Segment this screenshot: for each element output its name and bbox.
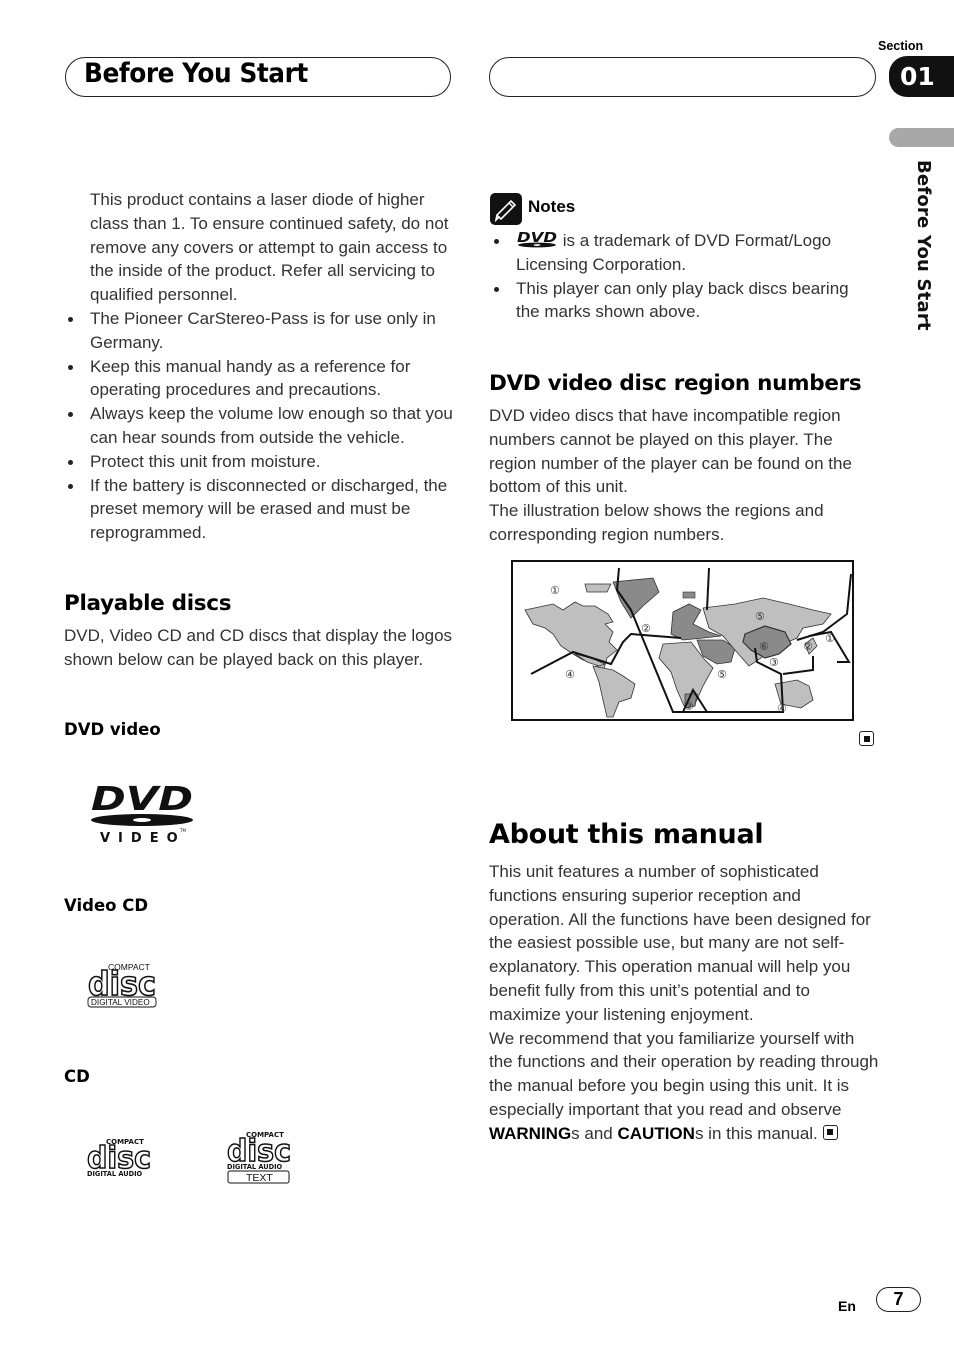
dvd-logo-tm: TM [179,828,186,833]
video-cd-label: Video CD [64,896,149,915]
digital-audio-text: DIGITAL AUDIO [87,1170,143,1178]
region-label: ① [825,632,835,645]
region-label: ⑤ [755,610,765,623]
region-label: ④ [777,702,787,715]
notes-list: DVD is a trademark of DVD Format/Logo Li… [490,229,870,324]
dvd-logo-sub: VIDEO [100,831,186,846]
cd-text-logo: COMPACT disc DIGITAL AUDIO TEXT [226,1131,292,1184]
digital-video-text: DIGITAL VIDEO [91,998,150,1007]
dvd-video-label: DVD video [64,720,161,739]
iceland-shape [682,591,696,599]
side-tab-marker [889,128,954,147]
video-cd-logo: COMPACT disc DIGITAL VIDEO [87,962,157,1008]
region-label: ② [684,700,694,713]
section-label: Section [878,39,924,53]
header-blank-frame [489,57,876,97]
list-item: Always keep the volume low enough so tha… [68,404,453,447]
side-tab-title: Before You Start [913,160,934,331]
cd-label: CD [64,1067,90,1086]
dvd-logo-wordmark: DVD [91,780,193,818]
region-label: ② [641,622,651,635]
list-item: Protect this unit from moisture. [68,451,321,471]
digital-audio-text: DIGITAL AUDIO [227,1163,283,1171]
region-label: ⑥ [759,640,769,653]
section-number-badge: 01 [889,56,954,97]
end-of-section-icon [859,731,874,746]
playable-discs-heading: Playable discs [64,591,232,616]
region-label: ③ [769,656,779,669]
about-manual-heading: About this manual [489,819,764,850]
warning-term: WARNING [489,1123,572,1143]
end-of-section-icon [822,1124,838,1140]
language-code: En [838,1298,856,1314]
left-column: This product contains a laser diode of h… [64,188,456,545]
page-number: 7 [876,1287,921,1312]
list-item: Keep this manual handy as a reference fo… [68,356,411,400]
dvd-logo-disc-hole [133,818,151,822]
page-title: Before You Start [84,58,308,89]
notes-pencil-icon [490,193,522,225]
list-item: DVD is a trademark of DVD Format/Logo Li… [494,231,832,274]
laser-warning-paragraph: This product contains a laser diode of h… [90,190,449,305]
region-numbers-heading: DVD video disc region numbers [489,371,862,396]
region-numbers-body: DVD video discs that have incompatible r… [489,406,852,544]
region-label: ④ [565,668,575,681]
text-label: TEXT [246,1172,273,1184]
dvd-trademark-logo: DVD [517,231,557,248]
region-label: ② [803,640,813,653]
dvd-video-logo: DVD VIDEO TM [91,780,193,846]
precaution-list: The Pioneer CarStereo-Pass is for use on… [64,307,456,545]
list-item: This player can only play back discs bea… [494,278,849,322]
arctic-islands-shape [584,583,612,593]
playable-discs-body: DVD, Video CD and CD discs that display … [64,626,453,669]
south-america-shape [592,665,636,718]
list-item: If the battery is disconnected or discha… [68,475,448,543]
greenland-shape [612,577,660,619]
region-label: ⑤ [717,668,727,681]
region-map: ① ② ② ④ ⑤ ⑤ ⑥ ③ ② ① ④ [511,560,854,721]
notes-title: Notes [528,197,576,216]
list-item: The Pioneer CarStereo-Pass is for use on… [68,308,436,352]
caution-term: CAUTION [617,1123,695,1143]
region-label: ① [550,584,560,597]
cd-digital-audio-logo: COMPACT disc DIGITAL AUDIO [86,1138,152,1178]
about-manual-body: This unit features a number of sophistic… [489,862,879,1143]
